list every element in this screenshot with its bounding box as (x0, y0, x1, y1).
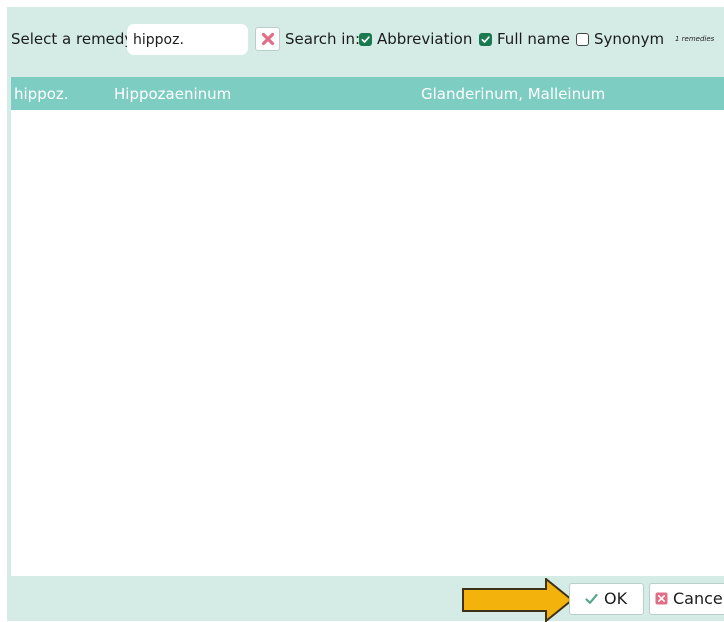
cancel-button[interactable]: Cancel (649, 583, 724, 615)
checkmark-icon (361, 36, 370, 43)
full-name-checkbox[interactable] (479, 33, 492, 46)
synonym-checkbox[interactable] (576, 33, 589, 46)
dialog-footer: OK Cancel (7, 576, 724, 622)
cancel-label: Cancel (673, 589, 724, 608)
remedy-search-input[interactable] (127, 24, 248, 55)
select-remedy-label: Select a remedy (11, 30, 134, 48)
row-abbreviation: hippoz. (14, 85, 69, 103)
full-name-label[interactable]: Full name (497, 24, 570, 55)
row-synonyms: Glanderinum, Malleinum (421, 85, 606, 103)
result-count: 1 remedies (675, 35, 715, 43)
results-list[interactable]: hippoz. Hippozaeninum Glanderinum, Malle… (11, 77, 724, 576)
clear-search-button[interactable] (255, 27, 280, 51)
checkmark-icon (585, 593, 598, 604)
clear-x-icon (261, 32, 275, 46)
search-toolbar: Select a remedy Search in: Abbreviation … (7, 24, 724, 55)
result-row[interactable]: hippoz. Hippozaeninum Glanderinum, Malle… (11, 77, 724, 110)
arrow-right-icon (462, 578, 574, 622)
row-full-name: Hippozaeninum (114, 85, 232, 103)
synonym-label[interactable]: Synonym (594, 24, 664, 55)
search-in-label: Search in: (285, 30, 361, 48)
checkmark-icon (481, 36, 490, 43)
ok-button[interactable]: OK (569, 583, 644, 615)
cancel-x-icon (655, 592, 668, 605)
ok-label: OK (604, 589, 628, 608)
abbreviation-label[interactable]: Abbreviation (377, 24, 472, 55)
remedy-selection-dialog: Select a remedy Search in: Abbreviation … (7, 7, 724, 622)
abbreviation-checkbox[interactable] (359, 33, 372, 46)
